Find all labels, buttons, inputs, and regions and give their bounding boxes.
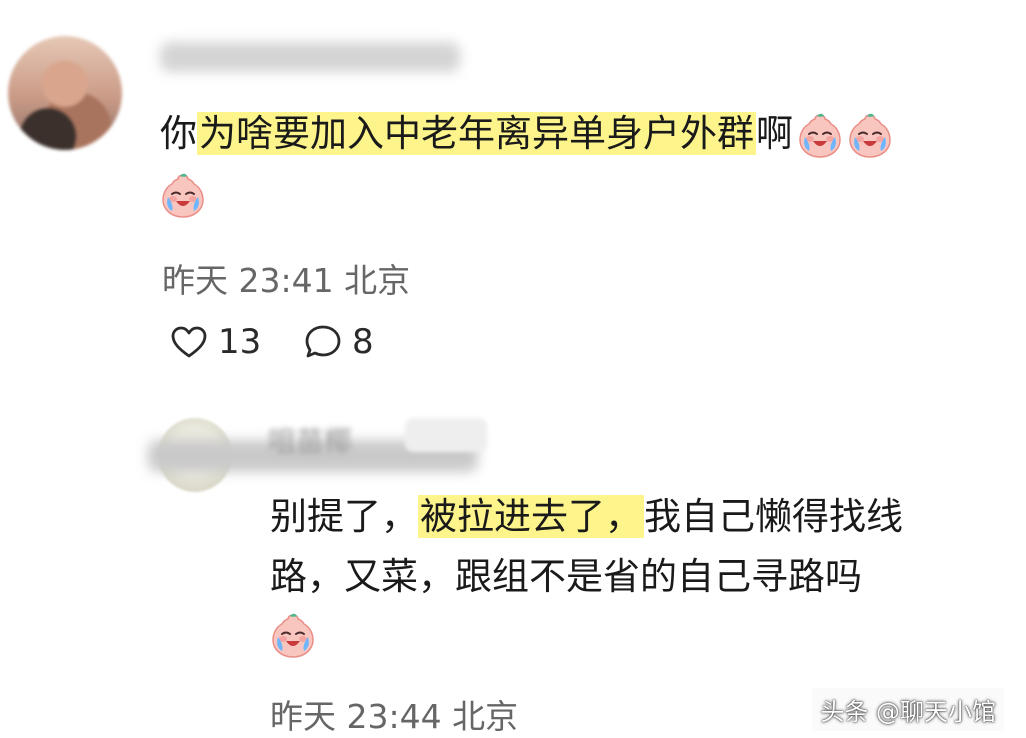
reply-username[interactable]: 咀苗椰 xyxy=(268,420,352,460)
highlighted-text: 为啥要加入中老年离异单身户外群 xyxy=(197,112,756,155)
watermark: 头条 @聊天小馆 xyxy=(820,698,996,726)
comment-text-line: 你为啥要加入中老年离异单身户外群啊 xyxy=(160,103,893,165)
comment-bubble-icon xyxy=(305,325,341,358)
crying-face-emoji-icon xyxy=(847,113,893,159)
reply-count: 8 xyxy=(352,322,374,362)
comment-text-line xyxy=(160,163,206,225)
reply-text: 别提了， xyxy=(270,495,418,538)
reply-button[interactable]: 8 xyxy=(304,322,374,362)
reply-text-line: 路，又菜，跟组不是省的自己寻路吗 xyxy=(270,555,862,598)
reply-text: 我自己懒得找线 xyxy=(644,495,903,538)
comment-text: 啊 xyxy=(756,112,793,155)
heart-icon xyxy=(171,326,207,358)
comment-thread: 你为啥要加入中老年离异单身户外群啊 昨天 23:41 北京 13 8 咀苗椰 别… xyxy=(0,0,1026,738)
avatar[interactable] xyxy=(8,36,122,150)
reply-meta: 昨天 23:44 北京 xyxy=(270,697,519,736)
crying-face-emoji-icon xyxy=(270,613,316,659)
highlighted-text: 被拉进去了， xyxy=(418,495,644,538)
author-tag-blurred xyxy=(405,418,487,452)
comment-meta: 昨天 23:41 北京 xyxy=(162,261,411,300)
like-button[interactable]: 13 xyxy=(170,322,261,362)
crying-face-emoji-icon xyxy=(160,173,206,219)
comment-text: 你 xyxy=(160,112,197,155)
reply-text-line xyxy=(270,603,316,665)
like-count: 13 xyxy=(218,322,262,362)
reply-text-line: 别提了，被拉进去了，我自己懒得找线 xyxy=(270,486,903,548)
username-blurred[interactable] xyxy=(160,42,460,72)
crying-face-emoji-icon xyxy=(797,113,843,159)
